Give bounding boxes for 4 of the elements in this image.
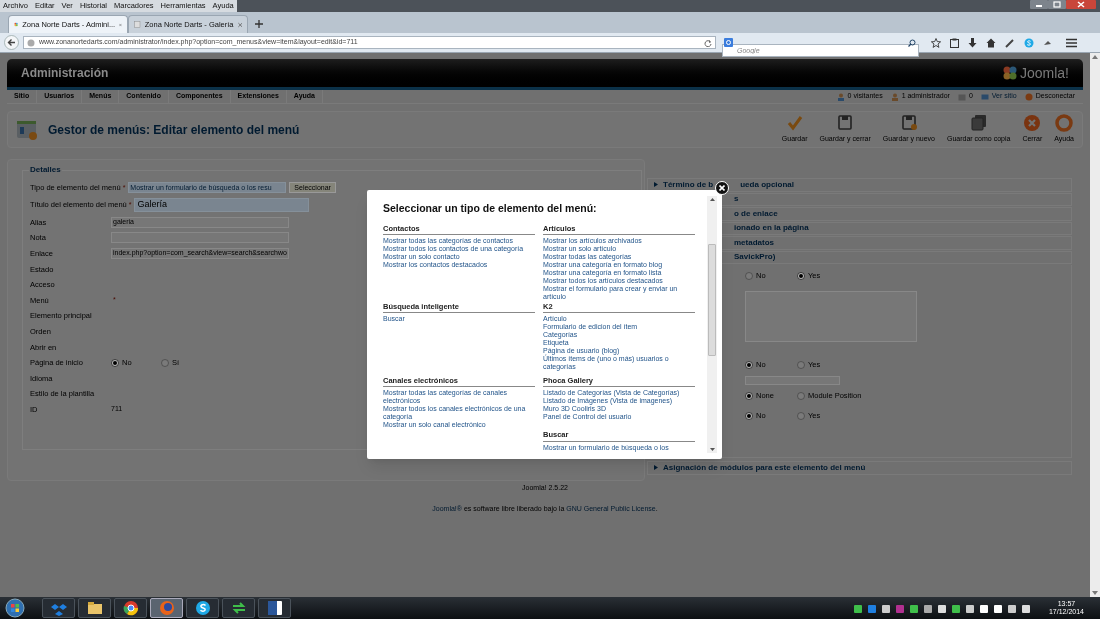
- logo-text: Joomla!: [1019, 63, 1069, 83]
- modal-title: Seleccionar un tipo de elemento del menú:: [383, 201, 598, 216]
- page-title: Gestor de menús: Editar elemento del menú: [48, 121, 300, 139]
- admin-title: Administración: [21, 65, 109, 82]
